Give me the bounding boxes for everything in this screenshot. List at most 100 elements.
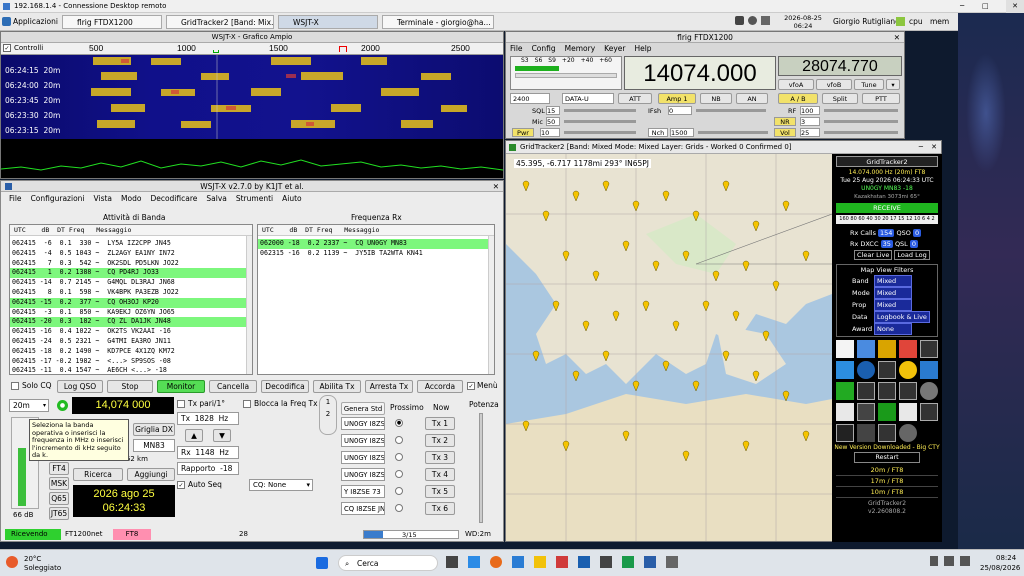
spot-icon[interactable] [899,382,917,400]
minimize-icon[interactable]: ─ [960,0,964,13]
band-activity-row[interactable]: 062415 -18 0.2 1490 ~ KD7PCE 4X1ZQ KM72 [10,347,252,357]
ptt-button[interactable]: PTT [862,93,900,104]
tx-now-button[interactable]: Tx 1 [425,417,455,430]
menu-tools[interactable]: Strumenti [236,192,273,205]
camera-icon[interactable] [899,403,917,421]
clear-live-button[interactable]: Clear Live [854,250,893,260]
tx-message-field[interactable]: UN0GY I8ZSE [341,417,385,430]
moon-icon[interactable] [920,382,938,400]
band-activity-row[interactable]: 062415 8 0.1 598 ~ VK4BPK PA3EZB JO22 [10,288,252,298]
solo-cq-checkbox[interactable] [11,382,19,390]
menu-help[interactable]: Aiuto [282,192,302,205]
bandwidth-select[interactable]: 2400 [510,93,550,104]
menu-decode[interactable]: Decodificare [150,192,197,205]
chart-icon[interactable] [836,361,854,379]
band-activity-row[interactable]: 062415 -20 0.3 182 ~ CQ ZL DA1JK JN48 [10,317,252,328]
close-icon[interactable]: ✕ [493,181,499,192]
edge-icon[interactable] [512,556,524,568]
filter-select[interactable]: Mixed [874,275,912,287]
tx-message-field[interactable]: CQ I8ZSE JN70 [341,502,385,515]
maximize-icon[interactable]: □ [982,0,989,13]
vfoA-button[interactable]: vfoA [778,79,814,90]
tx-next-radio[interactable]: ● [395,419,403,427]
vol-slider[interactable] [824,131,898,134]
band-activity-row[interactable]: 062415 7 0.3 542 ~ OK2SDL PD5LKN JO22 [10,259,252,269]
att-button[interactable]: ATT [618,93,652,104]
task-terminal[interactable]: Terminale - giorgio@ha... [382,15,494,29]
mail-icon[interactable] [556,556,568,568]
close-icon[interactable]: ✕ [894,32,900,43]
rx-marker[interactable] [213,50,219,53]
psk-icon[interactable] [857,382,875,400]
log-qso-button[interactable]: Log QSO [57,380,103,393]
volume-icon[interactable] [748,16,757,25]
band-activity-scrollbar[interactable] [246,236,252,374]
monitor-button[interactable]: Monitor [157,380,205,393]
menu-file[interactable]: File [9,192,22,205]
tx-next-radio[interactable] [395,504,403,512]
band-activity-row[interactable]: 062415 -3 0.1 850 ~ KA9EKJ OZ6YN JO65 [10,308,252,318]
tune-button[interactable]: Tune [854,79,884,90]
tx-message-field[interactable]: Y I8ZSE 73 [341,485,385,498]
load-log-button[interactable]: Load Log [894,250,930,260]
tx-now-button[interactable]: Tx 4 [425,468,455,481]
waterfall-display[interactable]: 06:24:15 20m 06:24:00 20m 06:23:45 20m 0… [1,55,503,139]
windows-start-icon[interactable] [316,557,328,569]
vfo-a-display[interactable]: 14074.000 [624,56,776,90]
menu-save[interactable]: Salva [206,192,226,205]
clock-icon[interactable] [878,424,896,442]
band-bar[interactable]: 160 80 60 40 30 20 17 15 12 10 6 4 2 [836,215,938,224]
mode-select[interactable]: DATA-U [562,93,614,104]
table-icon[interactable] [878,361,896,379]
rx-frequency-row[interactable]: 062000 -18 0.2 2337 ~ CQ UN0GY MN83 [258,239,494,249]
pwr-slider[interactable] [564,131,636,134]
tx-marker[interactable] [339,46,347,52]
mode-q65-button[interactable]: Q65 [49,492,69,505]
nch-value[interactable]: 1500 [670,128,694,137]
mic-value[interactable]: 50 [546,117,560,126]
filter-select[interactable]: Logbook & Live [874,311,930,323]
chevron-up-icon[interactable] [930,556,938,566]
pwr-label[interactable]: Pwr [512,128,534,137]
map-icon[interactable] [836,403,854,421]
nr-label[interactable]: NR [774,117,796,126]
globe-icon[interactable] [857,361,875,379]
settings-icon[interactable] [836,382,854,400]
tx-now-button[interactable]: Tx 5 [425,485,455,498]
map-view[interactable]: 45.395, -6.717 1178mi 293° IN65PJ [506,154,832,541]
terminal-icon[interactable] [600,556,612,568]
earth-icon[interactable] [899,424,917,442]
flag-icon[interactable] [836,424,854,442]
tx-now-button[interactable]: Tx 3 [425,451,455,464]
arrow-up-icon[interactable]: ▲ [185,429,203,442]
close-icon[interactable]: ✕ [931,141,937,153]
tx-now-button[interactable]: Tx 6 [425,502,455,515]
flrig-menu-help[interactable]: Help [634,43,651,54]
ricerca-button[interactable]: Ricerca [73,468,123,481]
network-icon[interactable] [735,16,744,25]
menu-checkbox[interactable]: ✓ [467,382,475,390]
wifi-icon[interactable] [944,556,954,566]
nr-value[interactable]: 3 [800,117,820,126]
rx-frequency-panel[interactable]: UTC dB DT Freq Messaggio 062000 -18 0.2 … [257,224,495,375]
band-activity-row[interactable]: 062415 -14 0.7 2145 ~ G4MQL DL3RAJ JN68 [10,278,252,288]
close-icon[interactable]: ✕ [1006,0,1024,13]
tx-now-button[interactable]: Tx 2 [425,434,455,447]
cq-select[interactable]: CQ: None ▾ [249,479,313,491]
nch-label[interactable]: Nch [648,128,668,137]
filter-select[interactable]: Mixed [874,287,912,299]
list-icon[interactable] [878,340,896,358]
tx-next-radio[interactable] [395,470,403,478]
excel-icon[interactable] [622,556,634,568]
band-activity-row[interactable]: 062415 -15 0.2 377 ~ CQ OH3OJ KP20 [10,297,252,308]
mode-jt65-button[interactable]: JT65 [49,507,69,520]
band-activity-panel[interactable]: UTC dB DT Freq Messaggio 062415 -6 0.1 3… [9,224,253,375]
band-activity-row[interactable]: 062415 -24 0.5 2321 ~ G4TMI EA3RO JN11 [10,337,252,347]
rdp-taskbar-icon[interactable] [578,556,590,568]
task-wsjtx[interactable]: WSJT-X [278,15,378,29]
vfoB-button[interactable]: vfoB [816,79,852,90]
auto-seq-checkbox[interactable]: ✓ [177,481,185,489]
search-box[interactable]: ⌕ Cerca [338,555,438,571]
band-activity-row[interactable]: 062415 -6 0.1 330 ~ LY5A IZ2CPP JN45 [10,239,252,249]
mic-slider[interactable] [564,120,636,123]
